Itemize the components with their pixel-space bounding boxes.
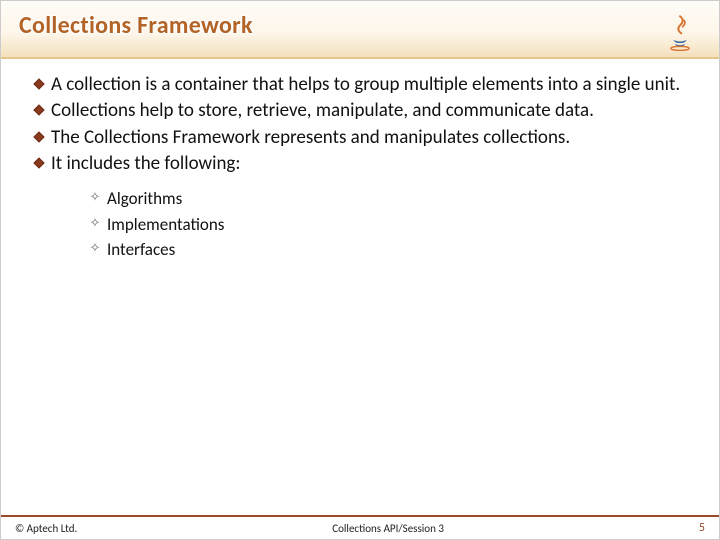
- slide: Collections Framework A collection is a …: [0, 0, 720, 540]
- list-item: It includes the following:: [27, 152, 693, 176]
- list-item: The Collections Framework represents and…: [27, 126, 693, 150]
- list-item: A collection is a container that helps t…: [27, 73, 693, 97]
- list-item: ✧ Algorithms: [83, 186, 693, 212]
- bullet-list: A collection is a container that helps t…: [27, 73, 693, 176]
- list-item: ✧ Interfaces: [83, 237, 693, 263]
- footer-copyright: © Aptech Ltd.: [15, 522, 77, 535]
- slide-title: Collections Framework: [19, 11, 253, 40]
- list-item: ✧ Implementations: [83, 212, 693, 238]
- diamond-bullet-icon: [27, 73, 51, 88]
- content-area: A collection is a container that helps t…: [1, 59, 719, 263]
- footer: © Aptech Ltd. Collections API/Session 3 …: [1, 515, 719, 539]
- sub-bullet-list: ✧ Algorithms ✧ Implementations ✧ Interfa…: [83, 186, 693, 263]
- diamond-bullet-icon: [27, 126, 51, 141]
- diamond-sub-bullet-icon: ✧: [83, 212, 107, 234]
- sub-bullet-text: Interfaces: [107, 237, 175, 263]
- diamond-bullet-icon: [27, 99, 51, 114]
- bullet-text: The Collections Framework represents and…: [51, 126, 693, 150]
- bullet-text: Collections help to store, retrieve, man…: [51, 99, 693, 123]
- sub-bullet-text: Implementations: [107, 212, 224, 238]
- diamond-bullet-icon: [27, 152, 51, 167]
- footer-page-number: 5: [699, 521, 705, 535]
- sub-bullet-text: Algorithms: [107, 186, 182, 212]
- bullet-text: It includes the following:: [51, 152, 693, 176]
- java-logo-icon: [659, 11, 701, 53]
- title-bar: Collections Framework: [1, 1, 719, 59]
- footer-session: Collections API/Session 3: [77, 522, 699, 535]
- bullet-text: A collection is a container that helps t…: [51, 73, 693, 97]
- list-item: Collections help to store, retrieve, man…: [27, 99, 693, 123]
- diamond-sub-bullet-icon: ✧: [83, 186, 107, 208]
- diamond-sub-bullet-icon: ✧: [83, 237, 107, 259]
